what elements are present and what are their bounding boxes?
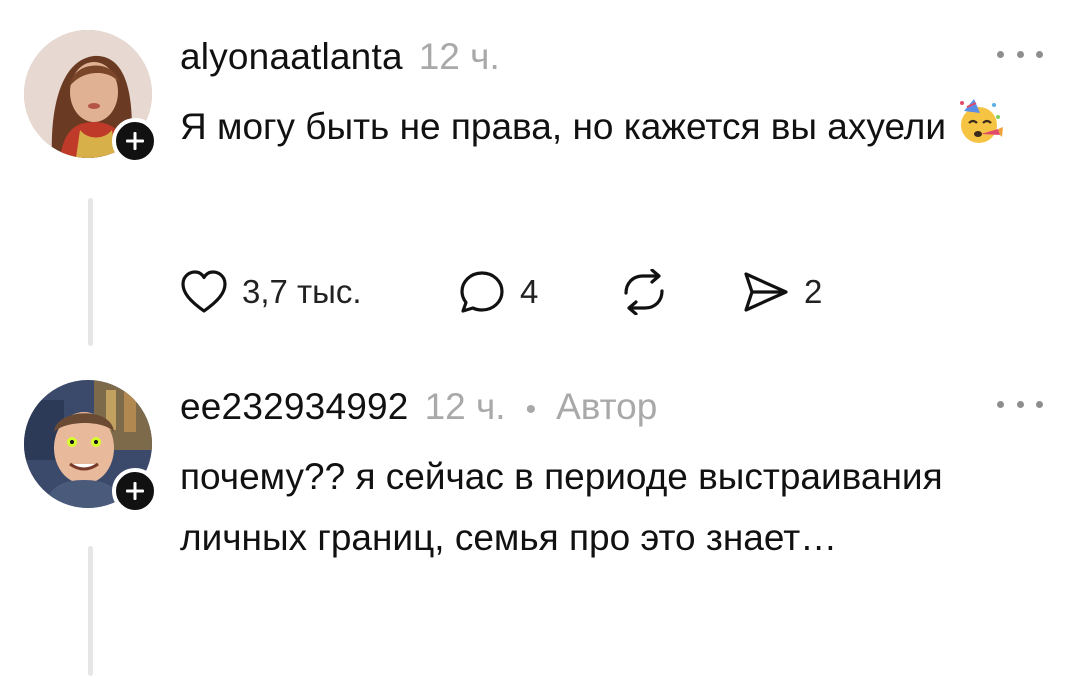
comment-text: почему?? я сейчас в периоде выстраивания… (180, 446, 1030, 568)
avatar-container (24, 30, 158, 164)
more-options-button[interactable] (997, 44, 1043, 64)
dot (1036, 400, 1043, 408)
comment-actions: 3,7 тыс. 4 2 (180, 262, 822, 322)
username[interactable]: ee232934992 (180, 386, 409, 428)
timestamp: 12 ч. (424, 386, 506, 427)
repost-button[interactable] (618, 269, 740, 315)
comment: alyonaatlanta 12 ч. Я могу быть не права… (0, 0, 1083, 350)
dot (1016, 400, 1024, 408)
share-count: 2 (804, 273, 823, 310)
repost-icon (624, 269, 664, 315)
more-options-button[interactable] (997, 394, 1043, 414)
timestamp: 12 ч. (418, 36, 500, 77)
dot (1016, 50, 1024, 58)
follow-plus-button[interactable] (112, 118, 158, 164)
reply-button[interactable]: 4 (458, 269, 618, 315)
speech-bubble-icon (460, 271, 504, 313)
avatar-container (24, 380, 158, 514)
like-button[interactable]: 3,7 тыс. (180, 269, 458, 315)
separator-dot: • (525, 393, 537, 426)
plus-icon (126, 482, 144, 500)
thread-line (88, 546, 93, 676)
send-icon (744, 272, 788, 312)
comment-header: alyonaatlanta 12 ч. (180, 36, 500, 78)
thread-line (88, 198, 93, 346)
username[interactable]: alyonaatlanta (180, 36, 403, 78)
dot (997, 400, 1004, 408)
partying-face-icon (960, 99, 1004, 143)
comment: ee232934992 12 ч. • Автор почему?? я сей… (0, 350, 1083, 676)
comment-text-content: Я могу быть не права, но кажется вы ахуе… (180, 106, 947, 147)
plus-icon (126, 132, 144, 150)
dot (1036, 50, 1043, 58)
dot (997, 50, 1004, 58)
heart-icon (181, 270, 227, 313)
comment-header: ee232934992 12 ч. • Автор (180, 386, 657, 428)
share-button[interactable]: 2 (740, 269, 822, 315)
comment-text-content: почему?? я сейчас в периоде выстраивания… (180, 456, 943, 558)
like-count: 3,7 тыс. (242, 273, 362, 310)
comment-text: Я могу быть не права, но кажется вы ахуе… (180, 96, 1030, 157)
reply-count: 4 (520, 273, 539, 310)
follow-plus-button[interactable] (112, 468, 158, 514)
author-badge: Автор (556, 386, 658, 427)
